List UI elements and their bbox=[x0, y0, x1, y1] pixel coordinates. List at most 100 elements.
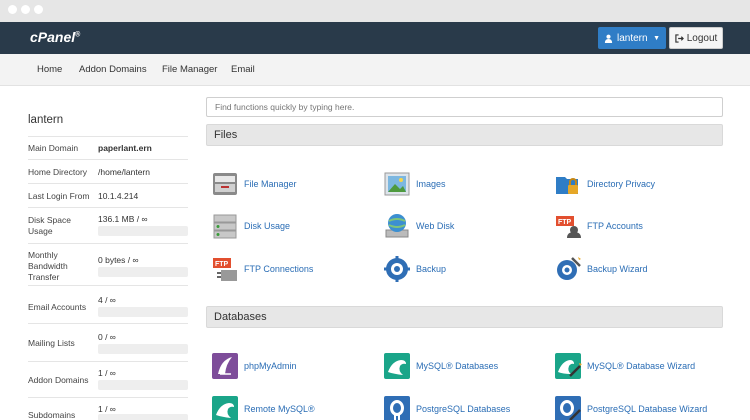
file-manager-icon bbox=[210, 169, 240, 199]
function-search-input[interactable] bbox=[206, 97, 723, 117]
user-icon bbox=[604, 34, 613, 43]
window-maximize-dot[interactable] bbox=[34, 5, 43, 14]
stat-label: Monthly Bandwidth Transfer bbox=[28, 250, 68, 282]
stat-label: Main Domain bbox=[28, 143, 79, 153]
section-header-databases[interactable]: Databases bbox=[206, 306, 723, 328]
stat-value: 136.1 MB / ∞ bbox=[98, 214, 148, 224]
remote-mysql-label: Remote MySQL® bbox=[244, 404, 315, 414]
usage-bar bbox=[98, 307, 188, 317]
stat-bandwidth: Monthly Bandwidth Transfer 0 bytes / ∞ bbox=[28, 243, 188, 285]
mysql-database-wizard-link[interactable]: MySQL® Database Wizard bbox=[553, 351, 695, 381]
mysql-databases-link[interactable]: MySQL® Databases bbox=[382, 351, 498, 381]
stat-home-directory: Home Directory /home/lantern bbox=[28, 159, 188, 183]
stat-value: 1 / ∞ bbox=[98, 404, 116, 414]
backup-label: Backup bbox=[416, 264, 447, 274]
ftp-accounts-label: FTP Accounts bbox=[587, 221, 643, 231]
nav-addon-domains[interactable]: Addon Domains bbox=[79, 64, 147, 75]
usage-bar bbox=[98, 226, 188, 236]
logout-icon bbox=[675, 33, 684, 43]
ftp-connections-label: FTP Connections bbox=[244, 264, 314, 274]
file-manager-link[interactable]: File Manager bbox=[210, 169, 297, 199]
stat-value: 4 / ∞ bbox=[98, 295, 116, 305]
usage-bar bbox=[98, 344, 188, 354]
ftp-connections-link[interactable]: FTP FTP Connections bbox=[210, 254, 313, 284]
nav-file-manager[interactable]: File Manager bbox=[162, 64, 217, 75]
directory-privacy-label: Directory Privacy bbox=[587, 179, 656, 189]
stat-main-domain: Main Domain paperlant.ern bbox=[28, 136, 188, 159]
username-label: lantern bbox=[617, 32, 648, 44]
window-close-dot[interactable] bbox=[8, 5, 17, 14]
mysql-databases-label: MySQL® Databases bbox=[416, 361, 499, 371]
cpanel-logo[interactable]: cPanel® bbox=[30, 29, 80, 45]
backup-wizard-link[interactable]: Backup Wizard bbox=[553, 254, 648, 284]
stat-label: Subdomains bbox=[28, 410, 76, 420]
postgresql-database-wizard-link[interactable]: PostgreSQL Database Wizard bbox=[553, 394, 707, 420]
ftp-accounts-link[interactable]: FTP FTP Accounts bbox=[553, 211, 643, 241]
disk-usage-icon bbox=[210, 211, 240, 241]
mysql-databases-icon bbox=[382, 351, 412, 381]
stat-email-accounts: Email Accounts 4 / ∞ bbox=[28, 285, 188, 323]
phpmyadmin-link[interactable]: phpMyAdmin bbox=[210, 351, 297, 381]
stat-value: 1 / ∞ bbox=[98, 368, 116, 378]
stat-label: Disk Space Usage bbox=[28, 215, 71, 236]
file-manager-label: File Manager bbox=[244, 179, 297, 189]
top-bar: cPanel® lantern ▼ Logout bbox=[0, 22, 750, 54]
stat-value: paperlant.ern bbox=[98, 143, 152, 153]
remote-mysql-link[interactable]: Remote MySQL® bbox=[210, 394, 315, 420]
images-icon bbox=[382, 169, 412, 199]
stat-value: 0 / ∞ bbox=[98, 332, 116, 342]
stat-subdomains: Subdomains 1 / ∞ bbox=[28, 397, 188, 420]
user-menu-button[interactable]: lantern ▼ bbox=[598, 27, 666, 49]
stat-label: Home Directory bbox=[28, 167, 88, 177]
main-nav: Home Addon Domains File Manager Email bbox=[0, 54, 750, 86]
stat-value: 0 bytes / ∞ bbox=[98, 255, 139, 265]
stat-label: Last Login From bbox=[28, 191, 90, 201]
phpmyadmin-icon bbox=[210, 351, 240, 381]
backup-link[interactable]: Backup bbox=[382, 254, 446, 284]
window-titlebar bbox=[0, 0, 750, 22]
web-disk-label: Web Disk bbox=[416, 221, 455, 231]
stat-last-login: Last Login From 10.1.4.214 bbox=[28, 183, 188, 207]
logo-text: cPanel bbox=[30, 29, 76, 45]
sidebar-username: lantern bbox=[28, 114, 64, 126]
logout-button[interactable]: Logout bbox=[669, 27, 723, 49]
stat-value: /home/lantern bbox=[98, 167, 150, 177]
postgresql-databases-label: PostgreSQL Databases bbox=[416, 404, 511, 414]
nav-email[interactable]: Email bbox=[231, 64, 255, 75]
backup-wizard-icon bbox=[553, 254, 583, 284]
window-minimize-dot[interactable] bbox=[21, 5, 30, 14]
remote-mysql-icon bbox=[210, 394, 240, 420]
usage-bar bbox=[98, 267, 188, 277]
logo-mark: ® bbox=[75, 31, 81, 39]
stat-addon-domains: Addon Domains 1 / ∞ bbox=[28, 361, 188, 397]
ftp-accounts-icon: FTP bbox=[553, 211, 583, 241]
directory-privacy-link[interactable]: Directory Privacy bbox=[553, 169, 655, 199]
stat-value: 10.1.4.214 bbox=[98, 191, 139, 201]
stat-label: Mailing Lists bbox=[28, 338, 75, 348]
phpmyadmin-label: phpMyAdmin bbox=[244, 361, 297, 371]
usage-bar bbox=[98, 380, 188, 390]
stat-label: Addon Domains bbox=[28, 375, 89, 385]
section-header-files[interactable]: Files bbox=[206, 124, 723, 146]
stat-label: Email Accounts bbox=[28, 302, 87, 312]
disk-usage-link[interactable]: Disk Usage bbox=[210, 211, 290, 241]
images-link[interactable]: Images bbox=[382, 169, 446, 199]
postgresql-database-wizard-icon bbox=[553, 394, 583, 420]
usage-bar bbox=[98, 414, 188, 420]
postgresql-databases-link[interactable]: PostgreSQL Databases bbox=[382, 394, 510, 420]
stat-mailing-lists: Mailing Lists 0 / ∞ bbox=[28, 323, 188, 361]
directory-privacy-icon bbox=[553, 169, 583, 199]
ftp-connections-icon: FTP bbox=[210, 254, 240, 284]
images-label: Images bbox=[416, 179, 446, 189]
web-disk-link[interactable]: Web Disk bbox=[382, 211, 454, 241]
mysql-database-wizard-label: MySQL® Database Wizard bbox=[587, 361, 696, 371]
disk-usage-label: Disk Usage bbox=[244, 221, 291, 231]
nav-home[interactable]: Home bbox=[37, 64, 62, 75]
backup-icon bbox=[382, 254, 412, 284]
mysql-database-wizard-icon bbox=[553, 351, 583, 381]
postgresql-databases-icon bbox=[382, 394, 412, 420]
postgresql-database-wizard-label: PostgreSQL Database Wizard bbox=[587, 404, 708, 414]
caret-down-icon: ▼ bbox=[653, 34, 660, 42]
svg-text:FTP: FTP bbox=[215, 261, 229, 268]
backup-wizard-label: Backup Wizard bbox=[587, 264, 648, 274]
